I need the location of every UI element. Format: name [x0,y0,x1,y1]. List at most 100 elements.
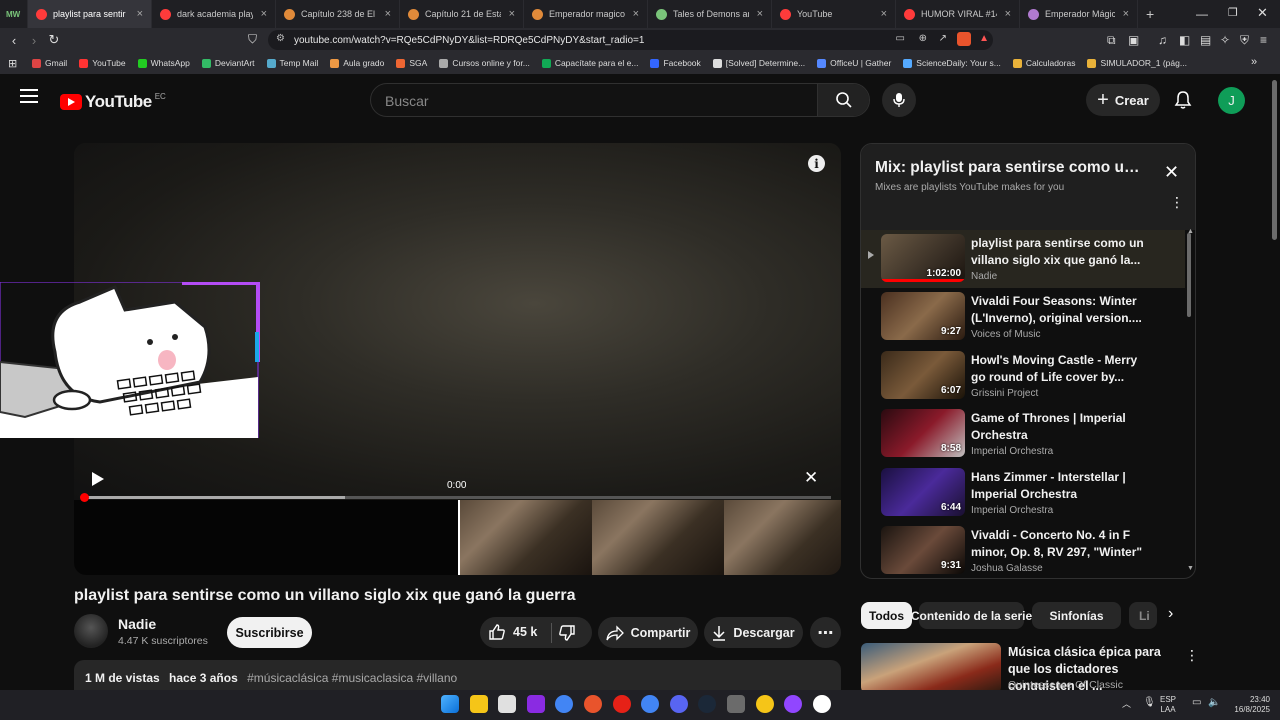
tab-close-icon[interactable]: × [261,8,267,20]
search-box[interactable]: Buscar [370,83,870,117]
file-explorer-icon[interactable] [755,695,774,713]
clock[interactable]: 23:40 16/8/2025 [1226,695,1270,715]
vs-icon[interactable] [526,695,545,713]
tray-chevron-icon[interactable]: ︿ [1122,697,1131,710]
leo-icon[interactable]: ✧ [1220,33,1230,47]
tab-close-icon[interactable]: × [137,8,143,20]
filter-chip[interactable]: Todos [861,602,912,629]
minimize-icon[interactable]: — [1196,7,1208,21]
playlist-item[interactable]: 6:07 Howl's Moving Castle - Merry go roun… [861,347,1185,405]
mix-title[interactable]: Mix: playlist para sentirse como un vill… [875,159,1145,177]
cast-icon[interactable]: ▭ [896,33,905,44]
info-icon[interactable]: i [808,155,825,172]
close-miniplayer-icon[interactable]: ✕ [804,468,818,488]
tab-close-icon[interactable]: × [881,8,887,20]
account-avatar[interactable]: J [1218,87,1245,114]
keyboard-language[interactable]: ESP LAA [1160,695,1176,715]
more-actions-icon[interactable]: ⋯ [810,617,841,648]
playlist-item[interactable]: 6:44 Hans Zimmer - Interstellar | Imperia… [861,464,1185,522]
browser-tab[interactable]: dark academia playlist - Y × [152,0,276,28]
apps-grid-icon[interactable]: ⊞ [8,57,17,70]
share-icon[interactable]: ↗ [939,33,947,44]
restore-icon[interactable]: ❐ [1228,6,1238,19]
scroll-down-icon[interactable]: ▼ [1187,565,1194,572]
playlist-item[interactable]: 1:02:00 playlist para sentirse como un vi… [861,230,1185,288]
tab-close-icon[interactable]: × [509,8,515,20]
chips-next-icon[interactable]: › [1168,605,1173,623]
tab-close-icon[interactable]: × [633,8,639,20]
volume-icon[interactable]: 🔈 [1208,697,1220,708]
recommendation-thumbnail[interactable] [861,643,1001,693]
bookmark-item[interactable]: Aula grado [330,58,384,68]
browser-tab[interactable]: Tales of Demons and God × [648,0,772,28]
browser-tab[interactable]: Emperador Mágico Chapt × [1020,0,1138,28]
search-button[interactable] [817,84,869,116]
menu-icon[interactable]: ≡ [1260,33,1267,47]
browser-tab[interactable]: Emperador magico (mag × [524,0,648,28]
hashtags[interactable]: #músicaclásica #musicaclasica #villano [247,671,457,685]
notifications-bell-icon[interactable] [1174,90,1192,115]
back-icon[interactable]: ‹ [4,30,24,50]
bookmark-item[interactable]: Facebook [650,58,701,68]
bookmark-icon[interactable]: ⛉ [248,32,257,47]
browser-tab[interactable]: playlist para sentir × [28,0,152,28]
tab-pinned-badge[interactable]: MW [0,0,28,28]
bookmark-item[interactable]: Capacítate para el e... [541,58,638,68]
playlist-item[interactable]: 9:27 Vivaldi Four Seasons: Winter (L'Inve… [861,288,1185,346]
files-icon[interactable] [498,695,517,713]
like-button[interactable] [488,623,506,644]
bookmark-item[interactable]: WhatsApp [137,58,190,68]
network-icon[interactable]: ▭ [1192,697,1201,708]
tab-close-icon[interactable]: × [757,8,763,20]
mix-scrollbar[interactable] [1187,233,1191,317]
media-player-icon[interactable] [812,695,831,713]
reload-icon[interactable]: ↻ [44,30,64,50]
brave-icon[interactable] [584,695,602,713]
youtube-logo[interactable]: YouTube EC [60,92,166,112]
bookmark-item[interactable]: YouTube [79,58,126,68]
new-tab-button[interactable]: + [1138,0,1162,28]
close-mix-icon[interactable]: ✕ [1164,162,1179,183]
bookmark-item[interactable]: Calculadoras [1012,58,1075,68]
wallet-icon[interactable]: ▣ [1128,33,1139,47]
tab-close-icon[interactable]: × [1123,8,1129,20]
discord-icon[interactable] [669,695,688,713]
subscribe-button[interactable]: Suscribirse [227,617,312,648]
url-field[interactable]: ⚙ youtube.com/watch?v=RQe5CdPNyDY&list=R… [268,30,993,50]
brave-shield-icon[interactable] [957,32,971,46]
voice-search-button[interactable] [882,83,916,117]
start-icon[interactable] [441,695,459,713]
rewards-icon[interactable]: ▲ [979,33,989,44]
channel-name[interactable]: Nadie [118,616,156,632]
browser-tab[interactable]: Capítulo 21 de Estandar d × [400,0,524,28]
hamburger-menu-icon[interactable] [20,89,38,103]
filter-chip[interactable]: Sinfonías [1032,602,1121,629]
close-window-icon[interactable]: ✕ [1257,5,1268,21]
bookmark-item[interactable]: Temp Mail [266,58,318,68]
search-input[interactable]: Buscar [385,93,429,109]
progress-scrubber[interactable] [80,493,89,502]
filter-chip[interactable]: Contenido de la serie [911,602,1032,629]
forward-icon[interactable]: › [24,30,44,50]
youtube-music-icon[interactable] [612,695,631,713]
recommendation-menu-icon[interactable]: ⋮ [1185,647,1199,664]
sidebar-icon[interactable]: ◧ [1179,33,1190,47]
mix-menu-icon[interactable]: ⋮ [1170,195,1184,209]
create-button[interactable]: + Crear [1086,84,1160,116]
share-button[interactable]: Compartir [598,617,698,648]
mic-tray-icon[interactable]: 🎙 [1143,697,1156,708]
tab-close-icon[interactable]: × [1005,8,1011,20]
extensions-icon[interactable]: ⧉ [1107,33,1116,48]
shield-icon[interactable]: ⛨ [1240,33,1249,48]
bookmark-item[interactable]: Gmail [32,58,67,68]
chrome-icon[interactable] [469,695,488,713]
site-info-icon[interactable]: ⚙ [276,33,285,44]
zoom-icon[interactable]: ⊕ [919,33,927,44]
page-scrollbar[interactable] [1272,80,1277,240]
filter-chip[interactable]: Li [1129,602,1157,629]
browser-tab[interactable]: YouTube × [772,0,896,28]
app-icon[interactable] [727,695,745,713]
dislike-button[interactable] [558,624,576,645]
bookmark-item[interactable]: SIMULADOR_1 (pág... [1087,58,1187,68]
bookmark-item[interactable]: Cursos online y for... [439,58,530,68]
